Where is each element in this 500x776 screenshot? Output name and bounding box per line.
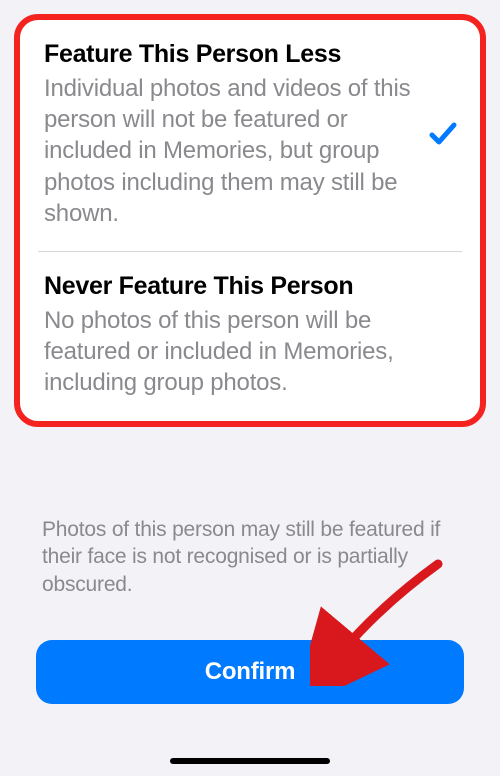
checkmark-icon [428, 119, 458, 149]
option-title: Feature This Person Less [44, 40, 416, 69]
option-content: Feature This Person Less Individual phot… [44, 40, 416, 229]
option-feature-less[interactable]: Feature This Person Less Individual phot… [20, 20, 480, 251]
option-description: Individual photos and videos of this per… [44, 73, 416, 229]
option-title: Never Feature This Person [44, 272, 458, 301]
options-card: Feature This Person Less Individual phot… [14, 14, 486, 427]
option-never-feature[interactable]: Never Feature This Person No photos of t… [20, 252, 480, 421]
confirm-button[interactable]: Confirm [36, 640, 464, 704]
footer-note: Photos of this person may still be featu… [42, 516, 458, 598]
option-description: No photos of this person will be feature… [44, 305, 458, 399]
option-content: Never Feature This Person No photos of t… [44, 272, 458, 399]
home-indicator[interactable] [170, 758, 330, 764]
